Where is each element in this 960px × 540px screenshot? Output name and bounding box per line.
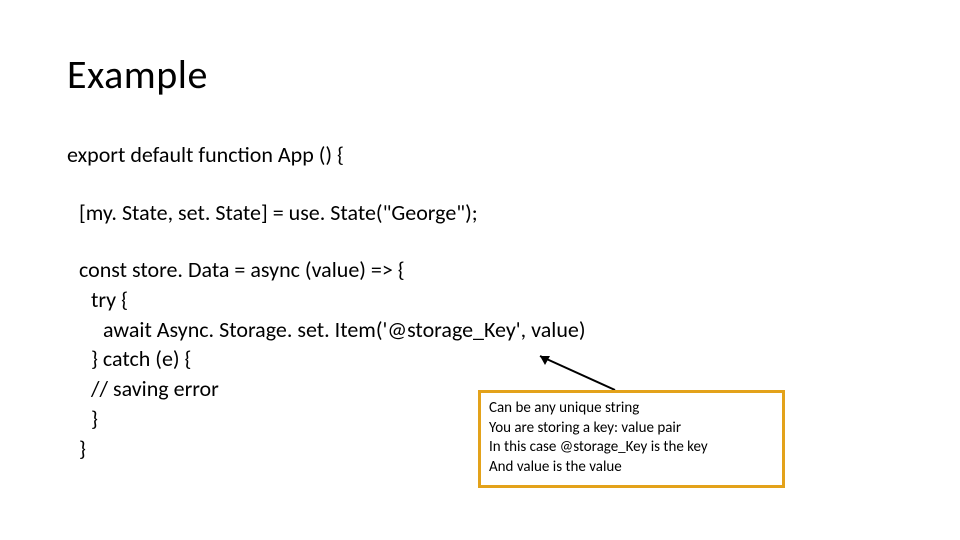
code-line: [my. State, set. State] = use. State("Ge… xyxy=(67,198,586,228)
code-line: } catch (e) { xyxy=(67,344,586,374)
code-line: export default function App () { xyxy=(67,141,344,168)
callout-line: You are storing a key: value pair xyxy=(489,419,774,439)
callout-line: And value is the value xyxy=(489,458,774,478)
callout-line: Can be any unique string xyxy=(489,399,774,419)
slide-title: Example xyxy=(67,50,208,99)
code-line: try { xyxy=(67,285,586,315)
code-line: await Async. Storage. set. Item('@storag… xyxy=(67,315,586,345)
callout-line: In this case @storage_Key is the key xyxy=(489,438,774,458)
code-line: const store. Data = async (value) => { xyxy=(67,255,586,285)
callout-box: Can be any unique string You are storing… xyxy=(478,390,785,488)
